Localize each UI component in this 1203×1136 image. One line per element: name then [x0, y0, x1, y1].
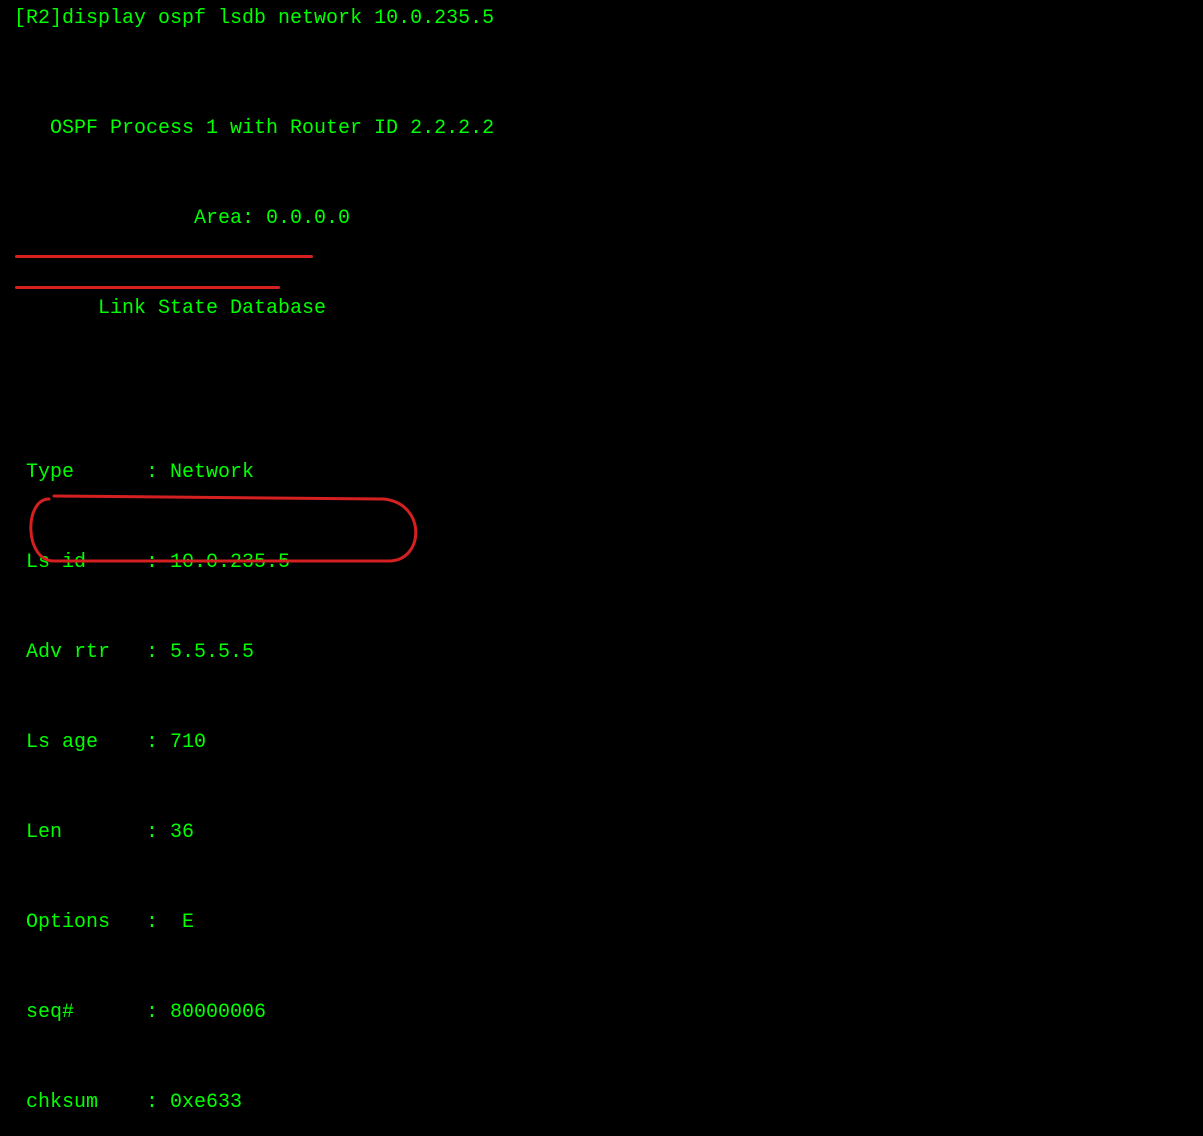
command-line[interactable]: [R2]display ospf lsdb network 10.0.235.5	[14, 4, 1189, 34]
header-line-3: Link State Database	[14, 294, 1189, 324]
row-type: Type : Network	[14, 458, 1189, 488]
row-ls-age: Ls age : 710	[14, 728, 1189, 758]
host-prompt: [R2]	[14, 7, 62, 30]
row-len: Len : 36	[14, 818, 1189, 848]
row-adv-rtr: Adv rtr : 5.5.5.5	[14, 638, 1189, 668]
row-options: Options : E	[14, 908, 1189, 938]
lsdb-details: Type : Network Ls id : 10.0.235.5 Adv rt…	[14, 398, 1189, 1136]
annotation-underline-advrtr	[15, 286, 280, 289]
row-ls-id: Ls id : 10.0.235.5	[14, 548, 1189, 578]
ospf-header: OSPF Process 1 with Router ID 2.2.2.2 Ar…	[14, 54, 1189, 354]
row-chksum: chksum : 0xe633	[14, 1088, 1189, 1118]
command-text: display ospf lsdb network 10.0.235.5	[62, 7, 494, 30]
header-line-1: OSPF Process 1 with Router ID 2.2.2.2	[14, 114, 1189, 144]
annotation-underline-lsid	[15, 255, 313, 258]
row-seq: seq# : 80000006	[14, 998, 1189, 1028]
header-line-2: Area: 0.0.0.0	[14, 204, 1189, 234]
